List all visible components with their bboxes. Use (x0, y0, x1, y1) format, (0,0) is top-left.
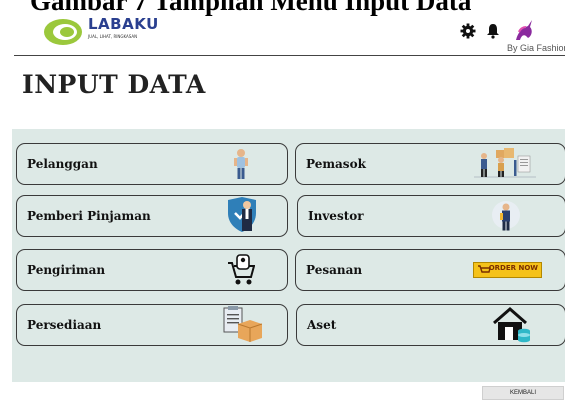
house-asset-icon (493, 307, 530, 343)
menu-investor-button[interactable]: Investor (297, 195, 565, 237)
menu-pelanggan-button[interactable]: Pelanggan (16, 143, 288, 185)
menu-pengiriman-button[interactable]: Pengiriman (16, 249, 288, 291)
supplier-icon (474, 148, 536, 178)
unicorn-logo-icon (516, 20, 532, 40)
logo-subtitle: JUAL, LIHAT, RINGKASAN (88, 34, 138, 39)
header-divider (14, 55, 565, 56)
menu-pesanan-label: Pesanan (306, 263, 363, 277)
menu-persediaan-label: Persediaan (27, 318, 102, 332)
menu-aset-label: Aset (307, 318, 337, 332)
customer-icon (234, 149, 248, 179)
menu-persediaan-button[interactable]: Persediaan (16, 304, 288, 346)
menu-pelanggan-label: Pelanggan (27, 157, 98, 171)
menu-investor-label: Investor (308, 209, 364, 223)
lender-icon (228, 197, 256, 232)
page-title: INPUT DATA (22, 70, 206, 99)
order-now-icon: ORDER NOW (473, 262, 542, 278)
order-now-text: ORDER NOW (488, 264, 538, 272)
byline: By Gia Fashion (507, 43, 565, 53)
logo-text: LABAKU (88, 15, 159, 33)
menu-pesanan-button[interactable]: Pesanan ORDER NOW (295, 249, 565, 291)
menu-pemasok-label: Pemasok (306, 157, 366, 171)
cart-mini-icon (478, 265, 491, 273)
gear-icon[interactable] (460, 23, 476, 39)
menu-pengiriman-label: Pengiriman (27, 263, 106, 277)
menu-pemberi-pinjaman-label: Pemberi Pinjaman (27, 209, 151, 223)
menu-pemasok-button[interactable]: Pemasok (295, 143, 565, 185)
menu-pemberi-pinjaman-button[interactable]: Pemberi Pinjaman (16, 195, 288, 237)
menu-aset-button[interactable]: Aset (296, 304, 565, 346)
inventory-icon (223, 306, 262, 342)
delivery-cart-icon (228, 254, 255, 285)
bell-icon[interactable] (486, 23, 500, 39)
back-button[interactable]: KEMBALI (482, 386, 564, 400)
investor-icon (492, 201, 520, 231)
